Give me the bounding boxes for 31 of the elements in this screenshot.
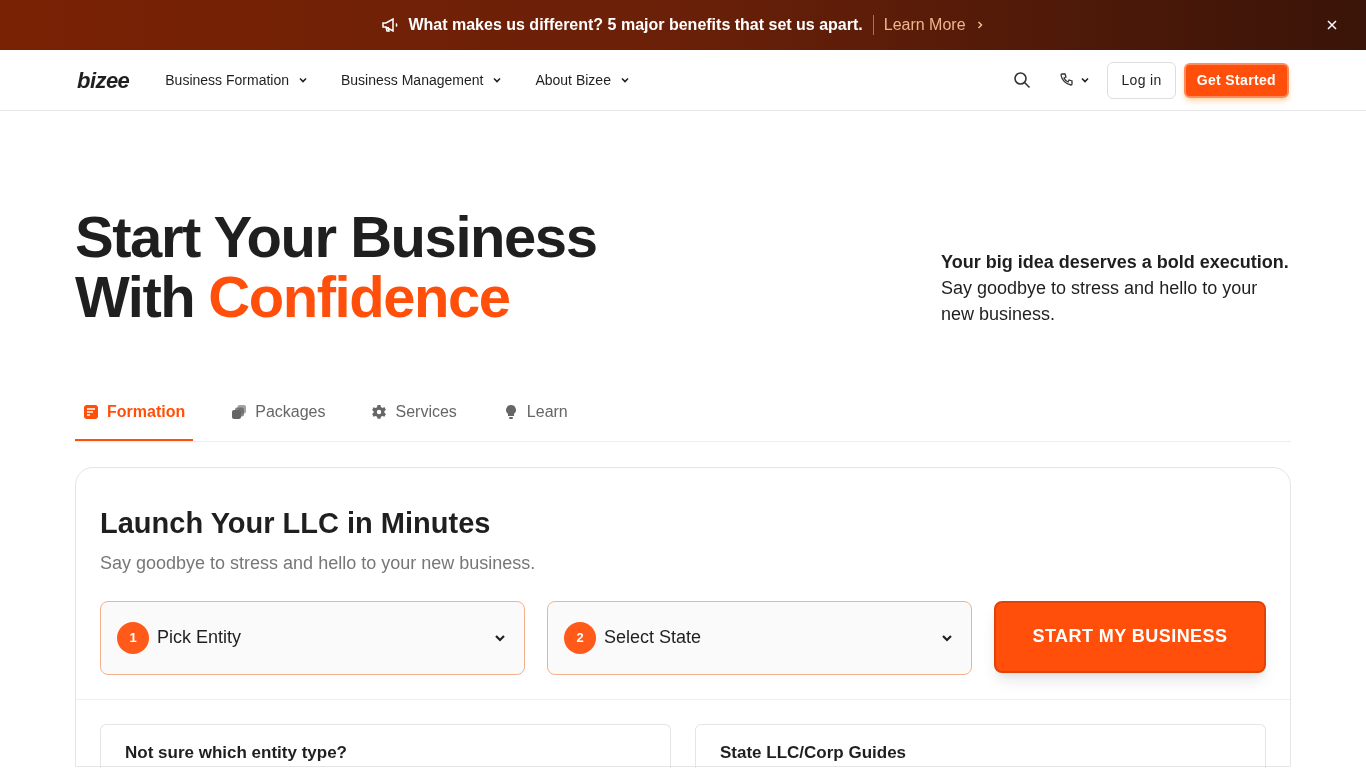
panel-title: Launch Your LLC in Minutes [100,506,492,541]
phone-icon [1059,72,1076,88]
login-button[interactable]: Log in [1107,61,1176,99]
announcement-text: What makes us different? 5 major benefits that set us apart. [408,15,863,35]
step-number: 2 [564,621,596,654]
card-title: State LLC/Corp Guides [720,742,908,763]
close-icon [1326,19,1338,31]
document-icon [83,404,99,420]
panel-subtitle: Say goodbye to stress and hello to your new business. [100,551,537,575]
gear-icon [371,404,388,420]
hero-tagline: Your big idea deserves a bold execution. [941,251,1290,274]
stacked-squares-icon [231,404,248,420]
select-dropdown[interactable]: 2 Select State [547,600,972,675]
section-tab[interactable]: Packages [223,385,334,441]
logo[interactable]: bizee [77,63,130,97]
card-title: Not sure which entity type? [125,742,348,763]
search-icon[interactable] [1013,71,1032,89]
step-number: 1 [117,621,149,654]
learn-more-link[interactable]: Learn More [883,13,986,37]
hero-title-accent: Confidence [208,267,510,327]
hero-description: Say goodbye to stress and hello to your new business. [941,277,1259,326]
hero-title: Start Your Business [75,207,597,267]
nav-menu-item[interactable]: Business Management [341,69,504,91]
info-card[interactable]: Not sure which entity type? [100,723,671,768]
info-card[interactable]: State LLC/Corp Guides [695,723,1266,768]
nav-menu-item[interactable]: About Bizee [535,69,631,91]
select-dropdown[interactable]: 1 Pick Entity [100,600,525,675]
section-tab[interactable]: Learn [494,385,576,441]
nav-menu-item[interactable]: Business Formation [165,69,309,91]
hero-title: With [75,267,195,327]
section-tab[interactable]: Services [363,385,465,441]
